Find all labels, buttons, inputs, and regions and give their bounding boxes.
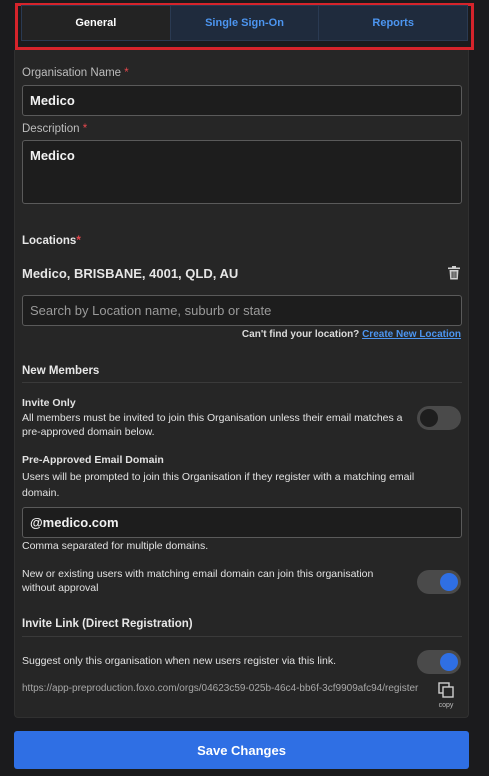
org-name-label: Organisation Name * xyxy=(22,67,129,79)
email-domain-input[interactable] xyxy=(22,507,462,538)
suggest-description: Suggest only this organisation when new … xyxy=(22,655,336,667)
copy-label: copy xyxy=(438,702,454,709)
trash-icon[interactable] xyxy=(448,266,460,285)
domain-title: Pre-Approved Email Domain xyxy=(22,454,164,466)
invite-only-toggle[interactable] xyxy=(417,406,461,430)
description-textarea[interactable]: Medico xyxy=(22,140,462,204)
tab-reports[interactable]: Reports xyxy=(319,6,467,40)
auto-join-toggle[interactable] xyxy=(417,570,461,594)
cant-find-location: Can't find your location? Create New Loc… xyxy=(241,329,461,340)
tab-general[interactable]: General xyxy=(22,6,171,40)
domain-description: Users will be prompted to join this Orga… xyxy=(22,471,415,499)
copy-button[interactable]: copy xyxy=(435,682,457,709)
copy-icon xyxy=(438,682,454,698)
location-search-input[interactable] xyxy=(22,295,462,326)
invite-link-url[interactable]: https://app-preproduction.foxo.com/orgs/… xyxy=(22,682,432,695)
save-changes-button[interactable]: Save Changes xyxy=(14,731,469,769)
locations-title: Locations* xyxy=(22,235,81,247)
description-label: Description * xyxy=(22,123,88,135)
new-members-title: New Members xyxy=(22,365,100,377)
location-item: Medico, BRISBANE, 4001, QLD, AU xyxy=(22,266,239,281)
divider xyxy=(22,636,462,637)
domain-hint: Comma separated for multiple domains. xyxy=(22,540,209,552)
invite-link-title: Invite Link (Direct Registration) xyxy=(22,618,193,630)
invite-only-title: Invite Only xyxy=(22,397,76,409)
suggest-toggle[interactable] xyxy=(417,650,461,674)
create-new-location-link[interactable]: Create New Location xyxy=(362,329,461,340)
invite-only-description: All members must be invited to join this… xyxy=(22,412,403,438)
divider xyxy=(22,382,462,383)
general-settings-panel: Organisation Name * Description * Medico… xyxy=(14,50,469,718)
tab-single-sign-on[interactable]: Single Sign-On xyxy=(171,6,320,40)
org-name-input[interactable] xyxy=(22,85,462,116)
tab-bar: General Single Sign-On Reports xyxy=(21,5,468,41)
auto-join-description: New or existing users with matching emai… xyxy=(22,568,374,594)
